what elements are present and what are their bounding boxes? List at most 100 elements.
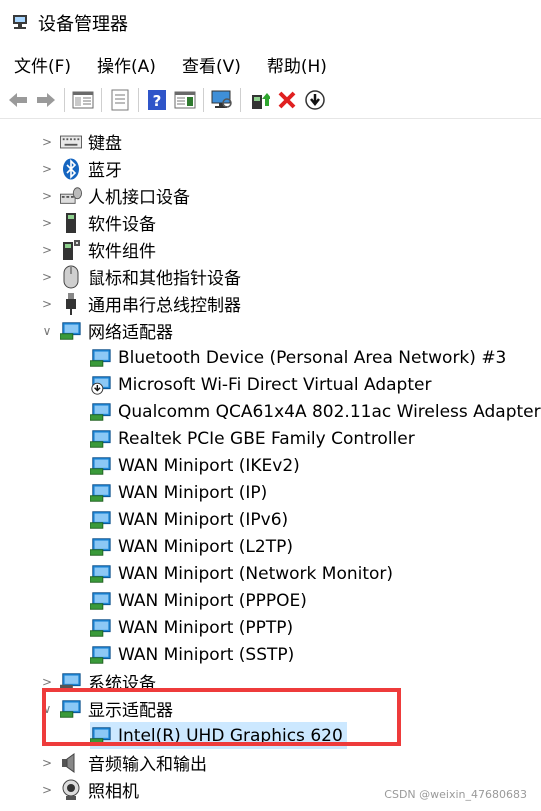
toolbar-separator: [240, 88, 241, 112]
tree-item-label: WAN Miniport (PPPOE): [118, 590, 307, 611]
tree-item-network-adapter[interactable]: WAN Miniport (IPv6): [90, 506, 288, 533]
chevron-down-icon[interactable]: ∨: [38, 317, 56, 344]
camera-icon: [60, 779, 82, 801]
tree-item-label: WAN Miniport (IPv6): [118, 509, 289, 530]
mouse-icon: [60, 265, 82, 288]
device-manager-window: 设备管理器 文件(F) 操作(A) 查看(V) 帮助(H) ? > 键盘 > 蓝…: [0, 0, 541, 811]
toolbar-separator: [203, 88, 204, 112]
tree-item-audio[interactable]: > 音频输入和输出: [38, 749, 207, 776]
menu-file[interactable]: 文件(F): [0, 52, 83, 77]
tree-item-software-components[interactable]: > 软件组件: [38, 236, 156, 263]
network-adapter-icon: [90, 347, 112, 369]
network-adapter-icon: [90, 563, 112, 585]
tree-item-label: WAN Miniport (L2TP): [118, 536, 293, 557]
tree-item-label: 网络适配器: [88, 323, 173, 343]
chevron-right-icon[interactable]: >: [38, 128, 56, 155]
tree-item-software-devices[interactable]: > 软件设备: [38, 209, 156, 236]
tree-item-label: WAN Miniport (PPTP): [118, 617, 294, 638]
title-bar: 设备管理器: [0, 0, 541, 46]
tree-item-label: WAN Miniport (IKEv2): [118, 455, 300, 476]
tree-item-bluetooth[interactable]: > 蓝牙: [38, 155, 122, 182]
tree-item-label: 鼠标和其他指针设备: [88, 269, 241, 289]
tree-item-network-adapter[interactable]: Realtek PCIe GBE Family Controller: [90, 425, 415, 452]
tree-item-label: 音频输入和输出: [88, 755, 207, 775]
chevron-right-icon[interactable]: >: [38, 749, 56, 776]
tree-item-network-adapter[interactable]: WAN Miniport (SSTP): [90, 641, 294, 668]
scan-hardware-icon[interactable]: [208, 86, 236, 114]
tree-item-label: WAN Miniport (IP): [118, 482, 268, 503]
menu-view[interactable]: 查看(V): [168, 52, 253, 77]
uninstall-icon[interactable]: [273, 86, 301, 114]
tree-item-network-adapter[interactable]: Qualcomm QCA61x4A 802.11ac Wireless Adap…: [90, 398, 541, 425]
toolbar-separator: [101, 88, 102, 112]
tree-item-network-adapters[interactable]: ∨ 网络适配器: [38, 317, 173, 344]
menu-help[interactable]: 帮助(H): [253, 52, 339, 77]
hid-icon: [60, 185, 82, 207]
tree-item-network-adapter[interactable]: Microsoft Wi-Fi Direct Virtual Adapter: [90, 371, 431, 398]
toolbar-separator: [138, 88, 139, 112]
network-adapter-icon: [90, 644, 112, 666]
toolbar-separator: [64, 88, 65, 112]
keyboard-icon: [60, 131, 82, 153]
tree-item-label: 蓝牙: [88, 161, 122, 181]
network-adapter-icon: [90, 482, 112, 504]
forward-icon[interactable]: [32, 86, 60, 114]
tree-item-label: 人机接口设备: [88, 188, 190, 208]
tree-item-network-adapter[interactable]: Bluetooth Device (Personal Area Network)…: [90, 344, 506, 371]
svg-text:?: ?: [153, 92, 162, 110]
network-adapter-icon: [90, 509, 112, 531]
tree-item-camera[interactable]: > 照相机: [38, 776, 139, 803]
tree-item-network-adapter[interactable]: WAN Miniport (Network Monitor): [90, 560, 393, 587]
tree-item-label: WAN Miniport (SSTP): [118, 644, 295, 665]
audio-icon: [60, 752, 82, 774]
software-device-icon: [60, 212, 82, 234]
tree-item-mice[interactable]: > 鼠标和其他指针设备: [38, 263, 241, 290]
tree-item-network-adapter[interactable]: WAN Miniport (PPTP): [90, 614, 293, 641]
annotation-highlight-box: [42, 688, 401, 746]
back-icon[interactable]: [4, 86, 32, 114]
disable-icon[interactable]: [301, 86, 329, 114]
view-icon[interactable]: [171, 86, 199, 114]
network-adapter-icon: [90, 455, 112, 477]
tree-item-network-adapter[interactable]: WAN Miniport (IP): [90, 479, 267, 506]
usb-icon: [60, 292, 82, 315]
chevron-right-icon[interactable]: >: [38, 209, 56, 236]
chevron-right-icon[interactable]: >: [38, 290, 56, 317]
tree-item-label: 软件组件: [88, 242, 156, 262]
toolbar: ?: [0, 82, 541, 119]
network-adapter-icon: [90, 536, 112, 558]
chevron-right-icon[interactable]: >: [38, 776, 56, 803]
tree-item-label: WAN Miniport (Network Monitor): [118, 563, 394, 584]
network-adapter-icon: [90, 428, 112, 450]
network-adapter-icon: [60, 320, 82, 342]
bluetooth-icon: [60, 158, 82, 180]
network-adapter-icon: [90, 401, 112, 423]
device-manager-icon: [10, 13, 30, 33]
tree-item-hid[interactable]: > 人机接口设备: [38, 182, 190, 209]
chevron-right-icon[interactable]: >: [38, 263, 56, 290]
virtual-adapter-icon: [90, 374, 112, 396]
chevron-right-icon[interactable]: >: [38, 182, 56, 209]
network-adapter-icon: [90, 617, 112, 639]
tree-item-label: 通用串行总线控制器: [88, 296, 241, 316]
network-adapter-icon: [90, 590, 112, 612]
chevron-right-icon[interactable]: >: [38, 155, 56, 182]
tree-item-usb[interactable]: > 通用串行总线控制器: [38, 290, 241, 317]
show-hide-console-tree-icon[interactable]: [69, 86, 97, 114]
tree-item-label: Qualcomm QCA61x4A 802.11ac Wireless Adap…: [118, 401, 541, 422]
tree-item-label: Realtek PCIe GBE Family Controller: [118, 428, 415, 449]
properties-icon[interactable]: [106, 86, 134, 114]
update-driver-icon[interactable]: [245, 86, 273, 114]
watermark: CSDN @weixin_47680683: [384, 788, 527, 801]
menu-action[interactable]: 操作(A): [83, 52, 168, 77]
tree-item-keyboard[interactable]: > 键盘: [38, 128, 122, 155]
window-title: 设备管理器: [38, 14, 128, 35]
tree-item-network-adapter[interactable]: WAN Miniport (IKEv2): [90, 452, 300, 479]
tree-item-label: 照相机: [88, 782, 139, 802]
tree-item-network-adapter[interactable]: WAN Miniport (PPPOE): [90, 587, 307, 614]
chevron-right-icon[interactable]: >: [38, 236, 56, 263]
tree-item-label: 键盘: [88, 134, 122, 154]
tree-item-network-adapter[interactable]: WAN Miniport (L2TP): [90, 533, 293, 560]
tree-item-label: 软件设备: [88, 215, 156, 235]
help-icon[interactable]: ?: [143, 86, 171, 114]
